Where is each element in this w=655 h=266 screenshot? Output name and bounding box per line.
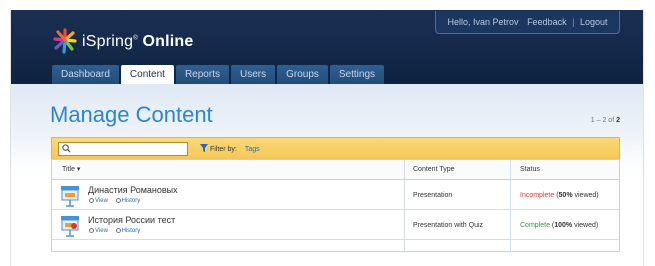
pagination: 1 – 2 of 2: [591, 117, 620, 124]
column-status: Status: [520, 166, 540, 173]
view-icon: [89, 228, 94, 233]
status-percent: 50%: [558, 192, 573, 199]
content-type: Presentation: [413, 192, 453, 199]
feedback-link[interactable]: Feedback: [527, 17, 567, 27]
main-content: Manage Content 1 – 2 of 2 Filter by: Tags…: [11, 84, 643, 266]
row-actions: View History: [89, 228, 146, 234]
table-header: Title ▾ Content Type Status: [52, 160, 619, 180]
table-row: Династия Романовых View History Presenta…: [52, 181, 619, 210]
search-input[interactable]: [73, 143, 185, 155]
funnel-icon: [200, 144, 208, 152]
view-icon: [89, 198, 94, 203]
search-icon: [62, 144, 71, 153]
tab-settings[interactable]: Settings: [329, 65, 385, 84]
table-row: История России тест View History Present…: [52, 211, 619, 240]
tab-groups[interactable]: Groups: [277, 65, 328, 84]
status-percent: 100%: [554, 222, 573, 229]
presentation-icon: [61, 186, 79, 207]
filter-bar: Filter by: Tags: [51, 137, 620, 159]
content-title[interactable]: История России тест: [88, 215, 175, 225]
tab-users[interactable]: Users: [230, 65, 276, 84]
content-table: Title ▾ Content Type Status Династия Ром…: [51, 159, 620, 252]
history-icon: [115, 198, 121, 203]
history-icon: [115, 228, 121, 233]
user-bar: Hello, Ivan Petrov Feedback | Logout: [435, 11, 620, 34]
user-greeting[interactable]: Hello, Ivan Petrov: [448, 17, 519, 27]
brand-name: iSpring® Online: [82, 33, 194, 50]
header: iSpring® Online Hello, Ivan Petrov Feedb…: [11, 10, 643, 85]
filter-label: Filter by:: [210, 146, 237, 153]
status-badge: Incomplete: [520, 192, 555, 199]
content-title[interactable]: Династия Романовых: [88, 185, 178, 195]
tab-dashboard[interactable]: Dashboard: [52, 65, 119, 84]
pagination-total: 2: [616, 117, 620, 124]
search-box[interactable]: [58, 142, 188, 156]
column-title[interactable]: Title ▾: [62, 160, 80, 180]
app-window: iSpring® Online Hello, Ivan Petrov Feedb…: [10, 10, 644, 266]
tab-content[interactable]: Content: [120, 65, 174, 85]
main-tabs: Dashboard Content Reports Users Groups S…: [52, 65, 386, 85]
ispring-logo-icon: [53, 28, 77, 54]
status-badge: Complete: [520, 222, 550, 229]
status-cell: Incomplete (50% viewed): [520, 192, 599, 199]
content-type: Presentation with Quiz: [413, 222, 484, 229]
logout-link[interactable]: Logout: [580, 17, 608, 27]
tab-reports[interactable]: Reports: [175, 65, 229, 84]
column-content-type: Content Type: [413, 166, 455, 173]
history-link[interactable]: History: [115, 228, 140, 234]
logo[interactable]: iSpring® Online: [52, 27, 202, 57]
row-actions: View History: [89, 198, 146, 204]
status-cell: Complete (100% viewed): [520, 222, 599, 229]
view-link[interactable]: View: [89, 228, 108, 234]
filter-control: Filter by: Tags: [200, 144, 260, 153]
page-title: Manage Content: [50, 102, 213, 127]
history-link[interactable]: History: [115, 198, 140, 204]
separator: |: [572, 17, 575, 27]
filter-tags-link[interactable]: Tags: [245, 146, 260, 153]
presentation-icon: [61, 216, 79, 237]
view-link[interactable]: View: [89, 198, 108, 204]
pagination-range: 1 – 2 of: [590, 117, 615, 124]
